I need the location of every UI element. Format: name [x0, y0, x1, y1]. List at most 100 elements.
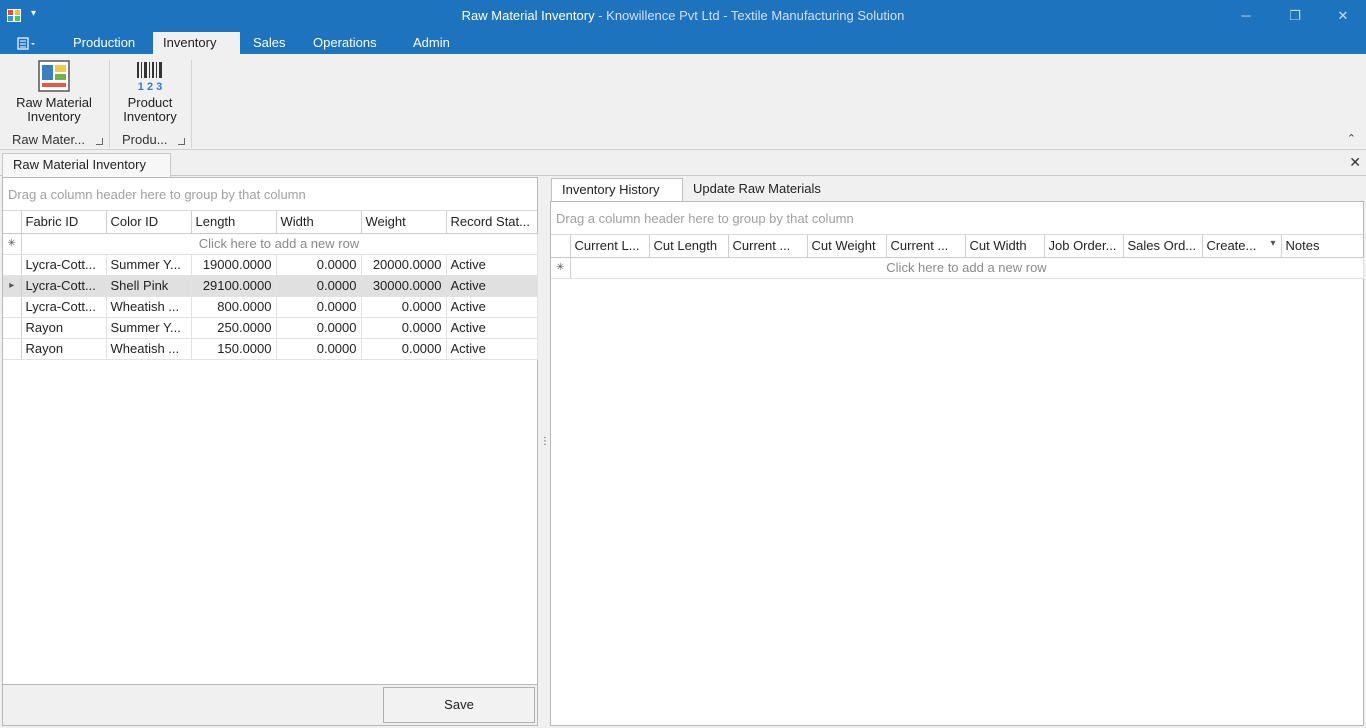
cell-record-status[interactable]: Active [446, 338, 538, 360]
cell-color-id[interactable]: Summer Y... [106, 317, 192, 339]
created-header-label: Create... [1206, 238, 1257, 254]
new-row[interactable]: ✳ Click here to add a new row [3, 233, 538, 255]
product-button-label-1: Product [127, 95, 173, 110]
cell-record-status[interactable]: Active [446, 254, 538, 276]
product-inventory-button[interactable]: 1 2 3 Product Inventory [112, 60, 188, 124]
cell-width[interactable]: 0.0000 [276, 296, 362, 318]
new-row[interactable]: ✳ Click here to add a new row [551, 257, 1364, 279]
cell-length[interactable]: 800.0000 [191, 296, 277, 318]
cell-length[interactable]: 150.0000 [191, 338, 277, 360]
minimize-icon[interactable]: ─ [1237, 7, 1255, 25]
cell-length[interactable]: 19000.0000 [191, 254, 277, 276]
window-title-subtitle: - Knowillence Pvt Ltd - Textile Manufact… [594, 8, 905, 23]
document-tab-strip: Raw Material Inventory ✕ [0, 151, 1366, 177]
tab-operations[interactable]: Operations [303, 32, 387, 54]
product-group-label: Produ... [122, 132, 168, 147]
table-row[interactable]: Rayon Wheatish ... 150.0000 0.0000 0.000… [3, 338, 538, 360]
tab-update-raw-materials[interactable]: Update Raw Materials [683, 178, 831, 201]
collapse-ribbon-icon[interactable]: ⌃ [1347, 132, 1356, 145]
cell-color-id[interactable]: Summer Y... [106, 254, 192, 276]
cell-weight[interactable]: 20000.0000 [361, 254, 447, 276]
cell-color-id[interactable]: Shell Pink [106, 275, 192, 297]
column-header-job-order[interactable]: Job Order... [1044, 235, 1124, 258]
cell-width[interactable]: 0.0000 [276, 275, 362, 297]
row-indicator-header [3, 211, 22, 234]
inventory-detail-panel: Inventory History Update Raw Materials D… [550, 178, 1364, 726]
column-header-fabric-id[interactable]: Fabric ID [21, 211, 107, 234]
cell-record-status[interactable]: Active [446, 296, 538, 318]
grid-footer: Save [2, 685, 538, 726]
document-tab-raw-material[interactable]: Raw Material Inventory [2, 153, 171, 177]
column-header-created[interactable]: Create... ▾ [1202, 235, 1282, 258]
application-menu-icon[interactable] [14, 35, 40, 51]
tab-inventory[interactable]: Inventory [153, 32, 240, 54]
column-header-notes[interactable]: Notes [1281, 235, 1363, 258]
table-row[interactable]: Rayon Summer Y... 250.0000 0.0000 0.0000… [3, 317, 538, 339]
column-header-sales-order[interactable]: Sales Ord... [1123, 235, 1203, 258]
title-bar: ▾ Raw Material Inventory - Knowillence P… [0, 0, 1366, 32]
group-by-panel[interactable]: Drag a column header here to group by th… [3, 178, 537, 211]
save-button[interactable]: Save [383, 687, 535, 723]
cell-fabric-id[interactable]: Lycra-Cott... [21, 275, 107, 297]
cell-weight[interactable]: 0.0000 [361, 296, 447, 318]
cell-record-status[interactable]: Active [446, 275, 538, 297]
table-row-selected[interactable]: ▸ Lycra-Cott... Shell Pink 29100.0000 0.… [3, 275, 538, 297]
column-header-cut-width[interactable]: Cut Width [965, 235, 1045, 258]
table-row[interactable]: Lycra-Cott... Wheatish ... 800.0000 0.00… [3, 296, 538, 318]
cell-width[interactable]: 0.0000 [276, 254, 362, 276]
raw-material-button-label-1: Raw Material [16, 95, 92, 110]
column-header-cut-weight[interactable]: Cut Weight [807, 235, 887, 258]
cell-fabric-id[interactable]: Lycra-Cott... [21, 296, 107, 318]
close-icon[interactable]: ✕ [1334, 7, 1352, 25]
cell-width[interactable]: 0.0000 [276, 317, 362, 339]
cell-length[interactable]: 250.0000 [191, 317, 277, 339]
column-header-record-status[interactable]: Record Stat... [446, 211, 537, 234]
tab-production[interactable]: Production [63, 32, 145, 54]
tab-inventory-history[interactable]: Inventory History [551, 178, 683, 201]
group-by-panel[interactable]: Drag a column header here to group by th… [551, 202, 1363, 235]
cell-fabric-id[interactable]: Lycra-Cott... [21, 254, 107, 276]
raw-material-group-label: Raw Mater... [12, 132, 85, 147]
cell-weight[interactable]: 0.0000 [361, 338, 447, 360]
column-header-width[interactable]: Width [276, 211, 362, 234]
group-separator [109, 60, 110, 148]
group-launcher-icon[interactable] [178, 138, 185, 145]
cell-color-id[interactable]: Wheatish ... [106, 338, 192, 360]
splitter-handle-icon[interactable]: ⋮ [540, 437, 550, 447]
cell-weight[interactable]: 0.0000 [361, 317, 447, 339]
table-row[interactable]: Lycra-Cott... Summer Y... 19000.0000 0.0… [3, 254, 538, 276]
new-row-marker-icon: ✳ [551, 257, 571, 279]
cell-fabric-id[interactable]: Rayon [21, 317, 107, 339]
group-separator [191, 60, 192, 148]
column-header-color-id[interactable]: Color ID [106, 211, 192, 234]
new-row-marker-icon: ✳ [3, 233, 22, 255]
raw-material-grid: Drag a column header here to group by th… [2, 177, 538, 685]
selected-row-indicator-icon: ▸ [3, 275, 22, 297]
group-launcher-icon[interactable] [96, 138, 103, 145]
new-row-prompt[interactable]: Click here to add a new row [21, 233, 538, 255]
product-button-label-2: Inventory [123, 109, 177, 124]
column-header-current-width[interactable]: Current ... [886, 235, 966, 258]
sort-descending-icon[interactable]: ▾ [1270, 238, 1275, 249]
cell-record-status[interactable]: Active [446, 317, 538, 339]
cell-width[interactable]: 0.0000 [276, 338, 362, 360]
raw-material-inventory-button[interactable]: Raw Material Inventory [8, 60, 100, 124]
tab-admin[interactable]: Admin [403, 32, 460, 54]
column-header-current-weight[interactable]: Current ... [728, 235, 808, 258]
column-header-current-length[interactable]: Current L... [570, 235, 650, 258]
raw-material-table: Fabric ID Color ID Length Width Weight R… [3, 211, 538, 360]
cell-weight[interactable]: 30000.0000 [361, 275, 447, 297]
new-row-prompt[interactable]: Click here to add a new row [570, 257, 1364, 279]
row-indicator [3, 338, 22, 360]
inventory-history-grid: Drag a column header here to group by th… [550, 201, 1364, 726]
restore-icon[interactable]: ❐ [1286, 7, 1304, 25]
detail-tab-strip: Inventory History Update Raw Materials [550, 178, 1364, 201]
tab-sales[interactable]: Sales [243, 32, 296, 54]
close-document-icon[interactable]: ✕ [1349, 154, 1361, 171]
cell-color-id[interactable]: Wheatish ... [106, 296, 192, 318]
cell-fabric-id[interactable]: Rayon [21, 338, 107, 360]
column-header-cut-length[interactable]: Cut Length [649, 235, 729, 258]
cell-length[interactable]: 29100.0000 [191, 275, 277, 297]
column-header-length[interactable]: Length [191, 211, 277, 234]
column-header-weight[interactable]: Weight [361, 211, 447, 234]
